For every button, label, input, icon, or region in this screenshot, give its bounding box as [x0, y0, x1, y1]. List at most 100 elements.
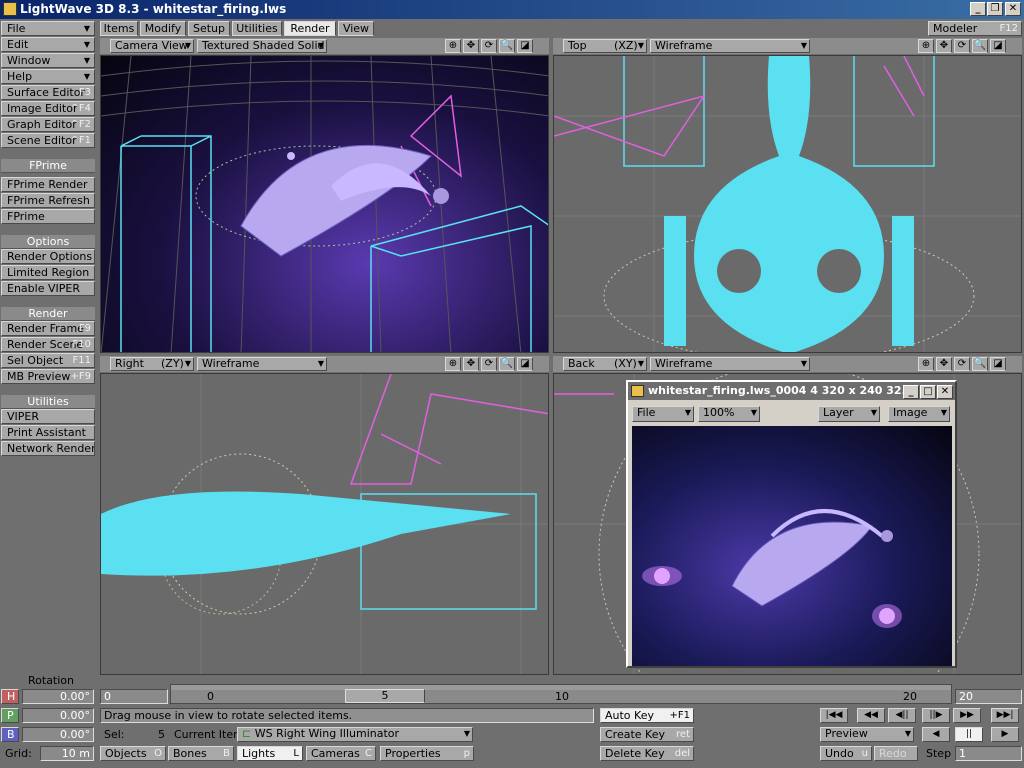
- zoom-icon[interactable]: 🔍: [972, 357, 988, 371]
- minimize-icon[interactable]: _: [903, 385, 919, 399]
- view-type-dropdown[interactable]: Camera View ▼: [110, 39, 194, 53]
- go-to-end-icon[interactable]: ▶▶|: [991, 708, 1019, 723]
- fprime-render-button[interactable]: FPrime Render: [1, 177, 95, 192]
- bones-button[interactable]: Bones B: [168, 746, 234, 761]
- pitch-field[interactable]: 0.00°: [22, 708, 94, 723]
- render-frame-button[interactable]: Render Frame F9: [1, 321, 95, 336]
- step-field[interactable]: 1: [955, 746, 1022, 761]
- layer-dropdown[interactable]: Layer ▼: [818, 406, 880, 422]
- render-mode-dropdown[interactable]: Wireframe ▼: [197, 357, 327, 371]
- center-icon[interactable]: ⊕: [918, 39, 934, 53]
- render-mode-dropdown[interactable]: Wireframe ▼: [650, 357, 810, 371]
- help-menu[interactable]: Help ▼: [1, 69, 95, 84]
- play-forward-icon[interactable]: ▶: [991, 727, 1019, 742]
- center-icon[interactable]: ⊕: [445, 357, 461, 371]
- heading-field[interactable]: 0.00°: [22, 689, 94, 704]
- restore-icon[interactable]: ❐: [987, 2, 1003, 16]
- surface-editor-button[interactable]: Surface Editor F3: [1, 85, 95, 100]
- current-item-dropdown[interactable]: ⊏ WS Right Wing Illuminator ▼: [237, 727, 473, 742]
- previous-key-icon[interactable]: ◀◀: [857, 708, 885, 723]
- delete-key-button[interactable]: Delete Key del: [600, 746, 694, 761]
- maximize-viewport-icon[interactable]: ◪: [517, 39, 533, 53]
- center-icon[interactable]: ⊕: [445, 39, 461, 53]
- render-mode-dropdown[interactable]: Textured Shaded Solid ▼: [197, 39, 327, 53]
- view-type-dropdown[interactable]: Right (ZY) ▼: [110, 357, 194, 371]
- maximize-viewport-icon[interactable]: ◪: [990, 39, 1006, 53]
- rotate-icon[interactable]: ⟳: [481, 39, 497, 53]
- create-key-button[interactable]: Create Key ret: [600, 727, 694, 742]
- enable-viper-button[interactable]: Enable VIPER: [1, 281, 95, 296]
- file-menu[interactable]: File ▼: [1, 21, 95, 36]
- next-frame-icon[interactable]: ||▶: [922, 708, 950, 723]
- view-type-dropdown[interactable]: Back (XY) ▼: [563, 357, 647, 371]
- tab-utilities[interactable]: Utilities: [232, 21, 282, 36]
- move-icon[interactable]: ✥: [936, 357, 952, 371]
- fprime-button[interactable]: FPrime: [1, 209, 95, 224]
- bank-toggle[interactable]: B: [1, 727, 19, 742]
- cameras-button[interactable]: Cameras C: [306, 746, 376, 761]
- tab-setup[interactable]: Setup: [188, 21, 230, 36]
- maximize-viewport-icon[interactable]: ◪: [517, 357, 533, 371]
- tab-render[interactable]: Render: [284, 21, 336, 36]
- timeline-slider[interactable]: 5 0 10 20: [170, 684, 952, 704]
- print-assistant-button[interactable]: Print Assistant: [1, 425, 95, 440]
- maximize-icon[interactable]: □: [920, 385, 936, 399]
- render-options-button[interactable]: Render Options: [1, 249, 95, 264]
- objects-button[interactable]: Objects O: [100, 746, 166, 761]
- tab-modify[interactable]: Modify: [140, 21, 186, 36]
- network-render-button[interactable]: Network Render: [1, 441, 95, 456]
- window-menu[interactable]: Window ▼: [1, 53, 95, 68]
- preview-dropdown[interactable]: Preview ▼: [820, 727, 914, 742]
- minimize-icon[interactable]: _: [970, 2, 986, 16]
- heading-toggle[interactable]: H: [1, 689, 19, 704]
- rotate-icon[interactable]: ⟳: [954, 39, 970, 53]
- viewport-right[interactable]: [100, 373, 549, 675]
- view-type-dropdown[interactable]: Top (XZ) ▼: [563, 39, 647, 53]
- grid-size-field[interactable]: 10 m: [40, 746, 94, 761]
- graph-editor-button[interactable]: Graph Editor ^F2: [1, 117, 95, 132]
- zoom-dropdown[interactable]: 100% ▼: [698, 406, 760, 422]
- properties-button[interactable]: Properties p: [380, 746, 474, 761]
- viper-button[interactable]: VIPER: [1, 409, 95, 424]
- image-dropdown[interactable]: Image ▼: [888, 406, 950, 422]
- scene-editor-button[interactable]: Scene Editor ^F1: [1, 133, 95, 148]
- viewport-top[interactable]: [553, 55, 1022, 353]
- image-viewer-window[interactable]: whitestar_firing.lws_0004 4 320 x 240 32…: [626, 380, 957, 668]
- next-key-icon[interactable]: ▶▶: [953, 708, 981, 723]
- start-frame-field[interactable]: 0: [100, 689, 168, 704]
- rotate-icon[interactable]: ⟳: [481, 357, 497, 371]
- viewport-camera[interactable]: [100, 55, 549, 353]
- undo-button[interactable]: Undo u: [820, 746, 872, 761]
- edit-menu[interactable]: Edit ▼: [1, 37, 95, 52]
- previous-frame-icon[interactable]: ◀||: [888, 708, 916, 723]
- play-backward-icon[interactable]: ◀: [922, 727, 950, 742]
- timeline-thumb[interactable]: 5: [345, 689, 425, 703]
- go-to-start-icon[interactable]: |◀◀: [820, 708, 848, 723]
- fprime-refresh-button[interactable]: FPrime Refresh: [1, 193, 95, 208]
- redo-button[interactable]: Redo: [874, 746, 918, 761]
- auto-key-button[interactable]: Auto Key +F1: [600, 708, 694, 723]
- render-mode-dropdown[interactable]: Wireframe ▼: [650, 39, 810, 53]
- tab-items[interactable]: Items: [100, 21, 138, 36]
- zoom-icon[interactable]: 🔍: [972, 39, 988, 53]
- tab-view[interactable]: View: [338, 21, 374, 36]
- maximize-viewport-icon[interactable]: ◪: [990, 357, 1006, 371]
- limited-region-button[interactable]: Limited Region: [1, 265, 95, 280]
- pause-icon[interactable]: ||: [955, 727, 983, 742]
- rotate-icon[interactable]: ⟳: [954, 357, 970, 371]
- move-icon[interactable]: ✥: [463, 39, 479, 53]
- zoom-icon[interactable]: 🔍: [499, 39, 515, 53]
- close-icon[interactable]: ✕: [1005, 2, 1021, 16]
- lights-button[interactable]: Lights L: [237, 746, 303, 761]
- image-editor-button[interactable]: Image Editor ^F4: [1, 101, 95, 116]
- render-scene-button[interactable]: Render Scene F10: [1, 337, 95, 352]
- zoom-icon[interactable]: 🔍: [499, 357, 515, 371]
- pitch-toggle[interactable]: P: [1, 708, 19, 723]
- modeler-button[interactable]: Modeler F12: [928, 21, 1022, 36]
- mb-preview-button[interactable]: MB Preview +F9: [1, 369, 95, 384]
- bank-field[interactable]: 0.00°: [22, 727, 94, 742]
- move-icon[interactable]: ✥: [936, 39, 952, 53]
- move-icon[interactable]: ✥: [463, 357, 479, 371]
- image-file-dropdown[interactable]: File ▼: [632, 406, 694, 422]
- center-icon[interactable]: ⊕: [918, 357, 934, 371]
